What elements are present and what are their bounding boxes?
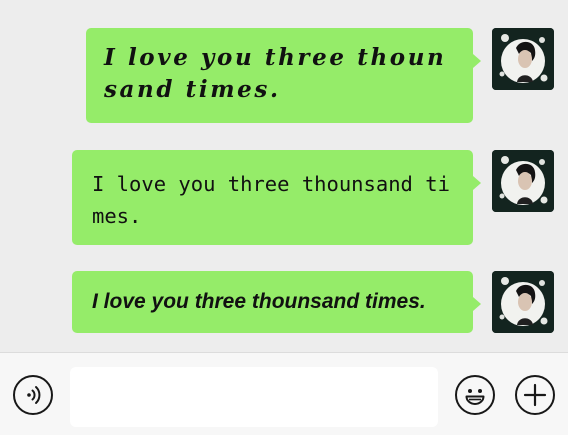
input-bar [0,352,568,435]
message-bubble[interactable]: I love you three thounsand times. [72,271,481,333]
voice-button[interactable] [13,375,53,415]
message-bubble[interactable]: I love you three thounsand times. [72,150,481,245]
message-input[interactable] [70,367,438,427]
emoji-button[interactable] [455,375,495,415]
message-text: I love you three thounsand times. [92,172,450,228]
message-row: I love you three thounsand times. [72,271,554,333]
message-row: I love you three thounsand times. [86,28,554,123]
avatar[interactable] [492,150,554,212]
message-row: I love you three thounsand times. [72,150,554,245]
message-text: I love you three thounsand times. [104,44,447,103]
avatar[interactable] [492,271,554,333]
chat-area: I love you three thounsand times. I love… [0,0,568,352]
message-bubble[interactable]: I love you three thounsand times. [86,28,481,123]
more-button[interactable] [515,375,555,415]
message-text: I love you three thounsand times. [92,290,426,313]
avatar[interactable] [492,28,554,90]
